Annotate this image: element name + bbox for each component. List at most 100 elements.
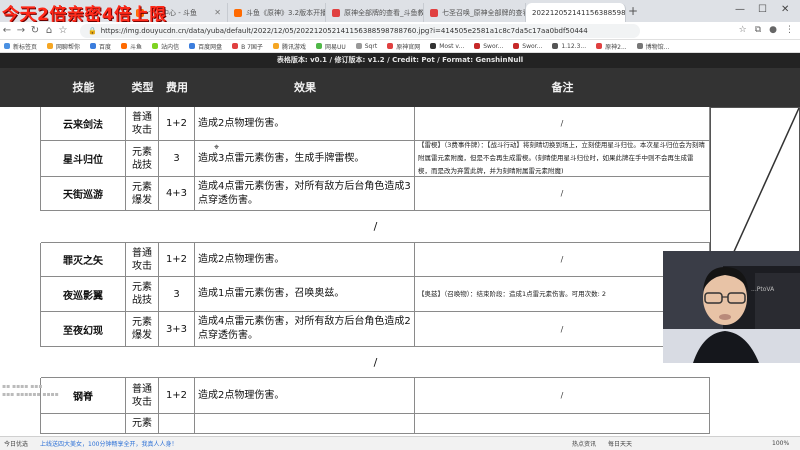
maximize-icon[interactable]: ☐ [758,4,767,15]
left-margin-cell [0,211,41,243]
cell-text: 造成2点物理伤害。 [198,389,285,401]
star-icon[interactable]: ☆ [56,25,70,36]
header-note: 备注 [551,81,574,94]
bookmark-item[interactable]: 站内信 [152,42,179,51]
cell-text: / [560,119,564,128]
cell-text: 【奥兹】（召唤物）：结束阶段：造成1点雷元素伤害。可用次数: 2 [418,289,607,298]
bookmark-item[interactable]: 网易UU [315,42,346,51]
new-tab-button[interactable]: + [628,4,638,18]
header-skill: 技能 [72,81,95,94]
cell-text: 1+2 [165,118,188,129]
cell-text: 3+3 [165,323,188,335]
bookmark-item[interactable]: 原神官网 [387,42,420,51]
status-item-daily[interactable]: 每日天天 [608,439,632,448]
tab-genshin-cards[interactable]: 原神全部牌的查看_斗鱼教程 ✕ [326,3,424,22]
tab-label: 原神全部牌的查看_斗鱼教程 [344,8,424,17]
bookmark-favicon [552,43,559,49]
bookmark-label: 新标签页 [13,43,38,51]
bookmark-favicon [315,43,322,49]
cell-text: 元素 爆发 [132,181,152,206]
url-field[interactable]: 🔒 https://img.douyucdn.cn/data/yuba/defa… [80,24,640,38]
home-icon[interactable]: ⌂ [42,25,56,36]
cell-cost: 1+2 [159,107,195,141]
page-favicon [332,8,340,17]
address-bar: ← → ↻ ⌂ ☆ 🔒 https://img.douyucdn.cn/data… [0,22,800,40]
status-item-hot[interactable]: 热点资讯 [572,439,596,448]
cell-text: 4+3 [165,188,188,199]
left-margin-cell [0,177,41,211]
tab-douyu-preview[interactable]: 斗鱼《原神》3.2版本开播前瞻 ✕ [228,3,326,22]
cell-skill: 夜巡影翼 [41,277,126,312]
cell-effect: 造成4点雷元素伤害，对所有敌方后台角色造成3点穿透伤害。 [195,177,415,211]
reload-icon[interactable]: ↻ [28,25,42,36]
bookmark-item[interactable]: 百度网盘 [189,42,222,51]
status-news-link[interactable]: 上线送四大美女，100分钟畅享全开，我真人人身！ [40,439,177,448]
bookmark-item[interactable]: 新标签页 [4,42,37,51]
left-margin-cell [0,243,41,277]
bookmark-item[interactable]: Sqrt [355,43,377,50]
cell-type: 普通 攻击 [126,243,159,277]
cell-text: 普通 攻击 [132,111,152,136]
bookmark-item[interactable]: 1.12.3... [552,43,586,50]
cell-skill: 至夜幻现 [41,312,126,347]
header-type: 类型 [131,81,154,94]
back-icon[interactable]: ← [0,25,14,36]
streamer-portrait: ...PtoVA [663,251,800,363]
cell-cost [159,414,195,434]
mouse-cursor-icon: ⌖ [214,143,220,153]
bookmark-label: 1.12.3... [561,42,587,50]
cell-text: 1+2 [165,390,188,401]
webcam-overlay: ...PtoVA [663,251,800,363]
bookmark-favicon [232,43,239,49]
minimize-icon[interactable]: — [735,4,745,15]
status-left[interactable]: 今日优选 [4,439,28,448]
bookmark-favicon [596,43,603,49]
cell-text: 元素 战技 [132,282,152,306]
bookmark-label: 原神官网 [396,43,421,51]
cell-text: 3 [173,153,180,164]
cell-effect: 造成4点雷元素伤害，对所有敌方后台角色造成2点穿透伤害。 [195,312,415,347]
bookmark-favicon [47,43,54,49]
profile-icon[interactable]: ● [769,25,777,35]
tab-label: 斗鱼《原神》3.2版本开播前瞻 [246,8,326,17]
bookmark-item[interactable]: 网聊帮你 [47,42,80,51]
zoom-level[interactable]: 100% [772,440,789,447]
cell-type: 元素 战技 [126,141,159,177]
bookmark-favicon [90,43,97,49]
cell-note: / [415,378,710,414]
cell-text: 造成4点雷元素伤害，对所有敌方后台角色造成2点穿透伤害。 [198,316,411,341]
cell-text: 造成4点雷元素伤害，对所有敌方后台角色造成3点穿透伤害。 [198,180,411,206]
cell-text: 夜巡影翼 [63,290,103,302]
bookmark-item[interactable]: B 7国子 [232,42,263,51]
close-icon[interactable]: ✕ [210,8,221,17]
close-window-icon[interactable]: ✕ [781,4,789,15]
cell-effect: 造成3点雷元素伤害，生成手牌雷楔。 [195,141,415,177]
section-divider-row: / [41,347,710,378]
cell-cost: 3 [159,277,195,312]
bookmark-item[interactable]: 原神2... [596,42,627,51]
tab-tcg-cards[interactable]: 七圣召唤_原神全部牌的查看_斗 ✕ [424,3,526,22]
cell-cost: 3+3 [159,312,195,347]
extensions-icon[interactable]: ⧉ [755,25,761,35]
tab-image-active[interactable]: 20221205214115638859878 ✕ [526,3,626,22]
bookmark-item[interactable]: Swor... [513,43,542,50]
bookmark-icon[interactable]: ☆ [739,25,747,35]
cell-text: 元素 [132,418,152,429]
menu-icon[interactable]: ⋮ [785,25,794,35]
bookmark-item[interactable]: Most v... [430,43,464,50]
cell-text: 元素 爆发 [132,317,152,341]
bookmark-item[interactable]: 博物馆... [636,42,669,51]
cell-effect: 造成2点物理伤害。 [195,243,415,277]
bookmark-item[interactable]: 腾讯游戏 [272,42,306,51]
divider-slash: / [373,220,378,233]
forward-icon[interactable]: → [14,25,28,36]
cell-text: 星斗归位 [63,155,103,166]
cell-cost: 1+2 [159,378,195,414]
bookmark-favicon [152,43,159,49]
bookmark-item[interactable]: 百度 [90,42,111,51]
douyu-favicon [234,8,242,17]
bookmark-label: 斗鱼 [130,43,143,51]
bookmark-item[interactable]: 斗鱼 [121,42,142,51]
bookmark-item[interactable]: Swor... [474,43,503,50]
cell-skill [41,414,126,434]
